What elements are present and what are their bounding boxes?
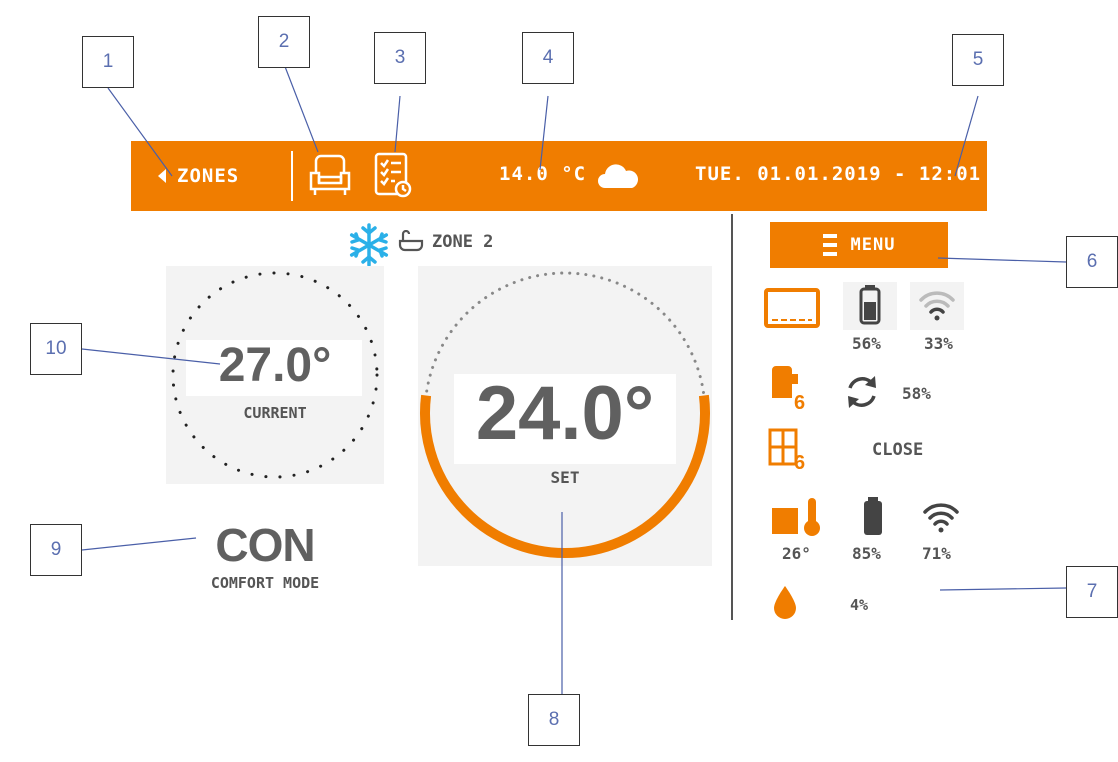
callout-7: 7	[1066, 566, 1118, 618]
callout-10: 10	[30, 323, 82, 375]
callout-4: 4	[522, 32, 574, 84]
callout-2: 2	[258, 16, 310, 68]
callout-1: 1	[82, 36, 134, 88]
callout-9: 9	[30, 524, 82, 576]
callout-8: 8	[528, 694, 580, 746]
callout-6: 6	[1066, 236, 1118, 288]
callout-5: 5	[952, 34, 1004, 86]
callout-lines	[81, 63, 1067, 694]
callout-3: 3	[374, 32, 426, 84]
